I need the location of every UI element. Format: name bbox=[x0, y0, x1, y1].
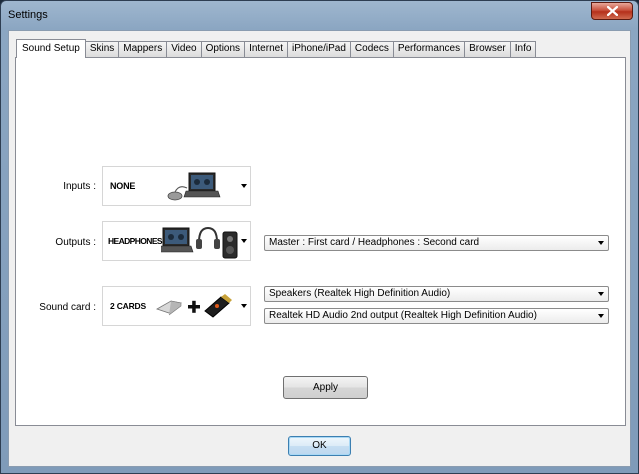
chevron-down-icon bbox=[241, 184, 247, 188]
tab-info[interactable]: Info bbox=[510, 41, 537, 57]
dialog-client-area: Sound Setup Skins Mappers Video Options … bbox=[8, 30, 631, 467]
two-sound-cards-icon bbox=[156, 294, 232, 318]
sound-card-combo[interactable]: 2 CARDS bbox=[102, 286, 251, 326]
sound-card-label: Sound card : bbox=[39, 302, 96, 313]
sound-card-first-device-select[interactable]: Speakers (Realtek High Definition Audio) bbox=[264, 286, 609, 302]
tab-strip: Sound Setup Skins Mappers Video Options … bbox=[16, 39, 537, 58]
chevron-down-icon bbox=[241, 304, 247, 308]
tab-codecs[interactable]: Codecs bbox=[350, 41, 394, 57]
outputs-selected-value: HEADPHONES bbox=[108, 236, 163, 246]
inputs-selected-value: NONE bbox=[110, 181, 136, 191]
chevron-down-icon bbox=[598, 292, 604, 296]
tab-performances[interactable]: Performances bbox=[393, 41, 466, 57]
inputs-label: Inputs : bbox=[63, 181, 96, 192]
tab-video[interactable]: Video bbox=[167, 41, 202, 57]
outputs-routing-value: Master : First card / Headphones : Secon… bbox=[269, 237, 480, 248]
first-device-value: Speakers (Realtek High Definition Audio) bbox=[269, 288, 451, 299]
sound-setup-panel: Inputs : NONE Outputs : HEADPHONES Maste… bbox=[15, 57, 626, 426]
tab-iphone-ipad[interactable]: iPhone/iPad bbox=[287, 41, 351, 57]
inputs-combo[interactable]: NONE bbox=[102, 166, 251, 206]
window-title: Settings bbox=[8, 9, 48, 21]
outputs-combo[interactable]: HEADPHONES bbox=[102, 221, 251, 261]
laptop-mouse-icon bbox=[167, 172, 221, 201]
close-icon bbox=[606, 6, 618, 16]
outputs-label: Outputs : bbox=[55, 237, 96, 248]
tab-options[interactable]: Options bbox=[201, 41, 246, 57]
tab-browser[interactable]: Browser bbox=[465, 41, 511, 57]
tab-skins[interactable]: Skins bbox=[85, 41, 120, 57]
chevron-down-icon bbox=[241, 239, 247, 243]
close-button[interactable] bbox=[591, 2, 633, 20]
laptop-headphones-icon bbox=[161, 226, 238, 259]
second-device-value: Realtek HD Audio 2nd output (Realtek Hig… bbox=[269, 310, 537, 321]
settings-window: Settings Sound Setup Skins Mappers Video… bbox=[0, 0, 639, 474]
title-bar[interactable]: Settings bbox=[1, 1, 638, 29]
apply-button[interactable]: Apply bbox=[283, 376, 368, 399]
tab-sound-setup[interactable]: Sound Setup bbox=[16, 39, 86, 58]
tab-mappers[interactable]: Mappers bbox=[119, 41, 168, 57]
outputs-routing-select[interactable]: Master : First card / Headphones : Secon… bbox=[264, 235, 609, 251]
chevron-down-icon bbox=[598, 241, 604, 245]
sound-card-selected-value: 2 CARDS bbox=[110, 301, 146, 311]
chevron-down-icon bbox=[598, 314, 604, 318]
sound-card-second-device-select[interactable]: Realtek HD Audio 2nd output (Realtek Hig… bbox=[264, 308, 609, 324]
ok-button[interactable]: OK bbox=[288, 436, 351, 456]
tab-internet[interactable]: Internet bbox=[245, 41, 288, 57]
